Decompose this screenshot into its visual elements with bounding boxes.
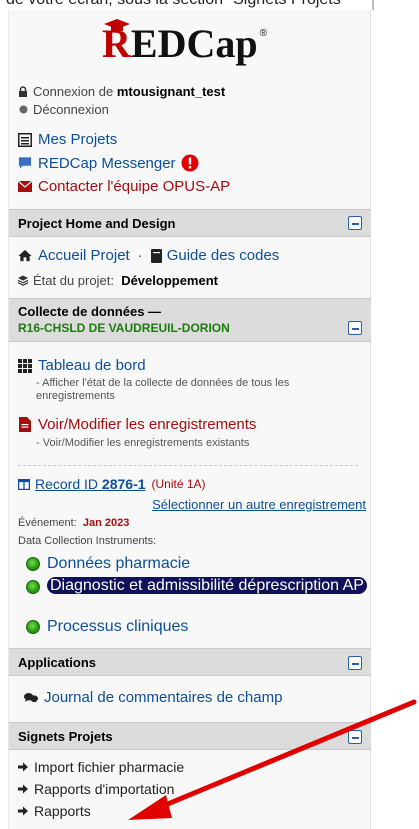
project-status: État du projet: Développement <box>18 273 218 288</box>
bookmarks-header: Signets Projets <box>9 722 371 750</box>
data-collection-title: Collecte de données — <box>18 304 162 319</box>
messenger-label: REDCap Messenger <box>38 154 176 172</box>
my-projects-label: Mes Projets <box>38 131 118 148</box>
view-edit-records-label: Voir/Modifier les enregistrements <box>38 416 257 433</box>
applications-title: Applications <box>18 655 97 670</box>
page-top-caption: de votre écran, sous la section "Signets… <box>0 0 419 10</box>
list-icon <box>18 132 32 147</box>
bookmark-label: Import fichier pharmacie <box>34 759 185 775</box>
messenger-link[interactable]: REDCap Messenger <box>18 154 199 172</box>
instrument-label-highlighted: Diagnostic et admissibilité déprescripti… <box>47 577 367 594</box>
logo-registered-mark: ® <box>259 28 267 39</box>
collapse-data-collection-button[interactable] <box>348 321 362 335</box>
chat-bubble-icon <box>18 156 32 170</box>
status-complete-icon <box>26 620 40 634</box>
login-prefix: Connexion de <box>33 84 114 99</box>
layers-icon <box>18 275 28 286</box>
frame-edge <box>372 0 374 10</box>
table-icon <box>18 478 30 490</box>
current-record: Record ID 2876-1 (Unité 1A) <box>18 476 206 492</box>
event-info: Événement: Jan 2023 <box>18 517 129 529</box>
link-separator: · <box>137 247 143 264</box>
collapse-bookmarks-button[interactable] <box>348 730 362 744</box>
dashboard-label: Tableau de bord <box>38 357 146 374</box>
instrument-item[interactable]: Processus cliniques <box>26 618 188 636</box>
status-value: Développement <box>121 273 218 288</box>
divider <box>18 465 358 466</box>
field-comments-label: Journal de commentaires de champ <box>44 689 283 706</box>
sign-in-icon <box>18 784 29 794</box>
view-edit-records-link[interactable]: Voir/Modifier les enregistrements <box>18 416 256 433</box>
status-complete-icon <box>26 580 40 594</box>
status-label: État du projet: <box>33 273 114 288</box>
event-value: Jan 2023 <box>82 517 130 529</box>
field-comments-link[interactable]: Journal de commentaires de champ <box>24 689 282 706</box>
logout-link[interactable]: Déconnexion <box>18 102 109 117</box>
contact-team-label: Contacter l'équipe OPUS-AP <box>38 178 231 195</box>
data-collection-header: Collecte de données — R16-CHSLD DE VAUDR… <box>9 298 371 342</box>
top-caption-text: de votre écran, sous la section "Signets… <box>6 0 346 9</box>
dashboard-description: - Afficher l'état de la collecte de donn… <box>36 377 290 402</box>
instrument-item[interactable]: Données pharmacie <box>26 555 190 573</box>
alert-icon <box>181 154 199 172</box>
collapse-project-home-button[interactable] <box>348 216 362 230</box>
home-icon <box>18 249 32 263</box>
record-prefix: Record ID <box>35 476 99 492</box>
power-icon <box>18 105 28 115</box>
project-home-title: Project Home and Design <box>18 216 176 231</box>
record-id: 2876-1 <box>101 476 146 492</box>
comments-icon <box>24 691 38 705</box>
bookmark-item[interactable]: Rapports d'importation <box>18 781 174 797</box>
project-home-links: Accueil Projet · Guide des codes <box>18 247 279 264</box>
logo-text: EDCap <box>130 21 258 66</box>
dashboard-link[interactable]: Tableau de bord <box>18 357 146 374</box>
record-unit: (Unité 1A) <box>151 477 206 491</box>
my-projects-link[interactable]: Mes Projets <box>18 131 117 148</box>
login-username: mtousignant_test <box>116 84 226 99</box>
project-home-link[interactable]: Accueil Projet <box>38 247 130 264</box>
lock-icon <box>18 86 28 97</box>
select-other-record-link[interactable]: Sélectionner un autre enregistrement <box>152 497 366 512</box>
book-icon <box>150 248 162 263</box>
grid-icon <box>18 358 32 373</box>
collapse-applications-button[interactable] <box>348 656 362 670</box>
sign-in-icon <box>18 806 29 816</box>
envelope-icon <box>18 180 32 194</box>
status-complete-icon <box>26 557 40 571</box>
view-edit-description: - Voir/Modifier les enregistrements exis… <box>36 437 250 449</box>
codebook-link[interactable]: Guide des codes <box>167 247 280 264</box>
bookmarks-title: Signets Projets <box>18 729 113 744</box>
logout-label: Déconnexion <box>33 102 109 117</box>
logo-letter-r: R <box>102 21 131 66</box>
site-name: R16-CHSLD DE VAUDREUIL-DORION <box>18 321 230 335</box>
bookmark-label: Rapports <box>34 803 91 819</box>
instrument-label: Données pharmacie <box>47 555 191 572</box>
bookmark-item-reports[interactable]: Rapports <box>18 803 91 819</box>
bookmark-item[interactable]: Import fichier pharmacie <box>18 759 184 775</box>
project-home-header: Project Home and Design <box>9 209 371 237</box>
instrument-label: Processus cliniques <box>47 618 189 635</box>
bookmark-label: Rapports d'importation <box>34 781 175 797</box>
event-label: Événement: <box>18 517 77 529</box>
record-link[interactable]: Record ID 2876-1 <box>35 476 146 492</box>
contact-team-link[interactable]: Contacter l'équipe OPUS-AP <box>18 178 230 195</box>
instruments-label: Data Collection Instruments: <box>18 535 157 547</box>
sign-in-icon <box>18 762 29 772</box>
file-icon <box>18 417 32 432</box>
login-info: Connexion de mtousignant_test <box>18 84 225 99</box>
applications-header: Applications <box>9 648 371 676</box>
